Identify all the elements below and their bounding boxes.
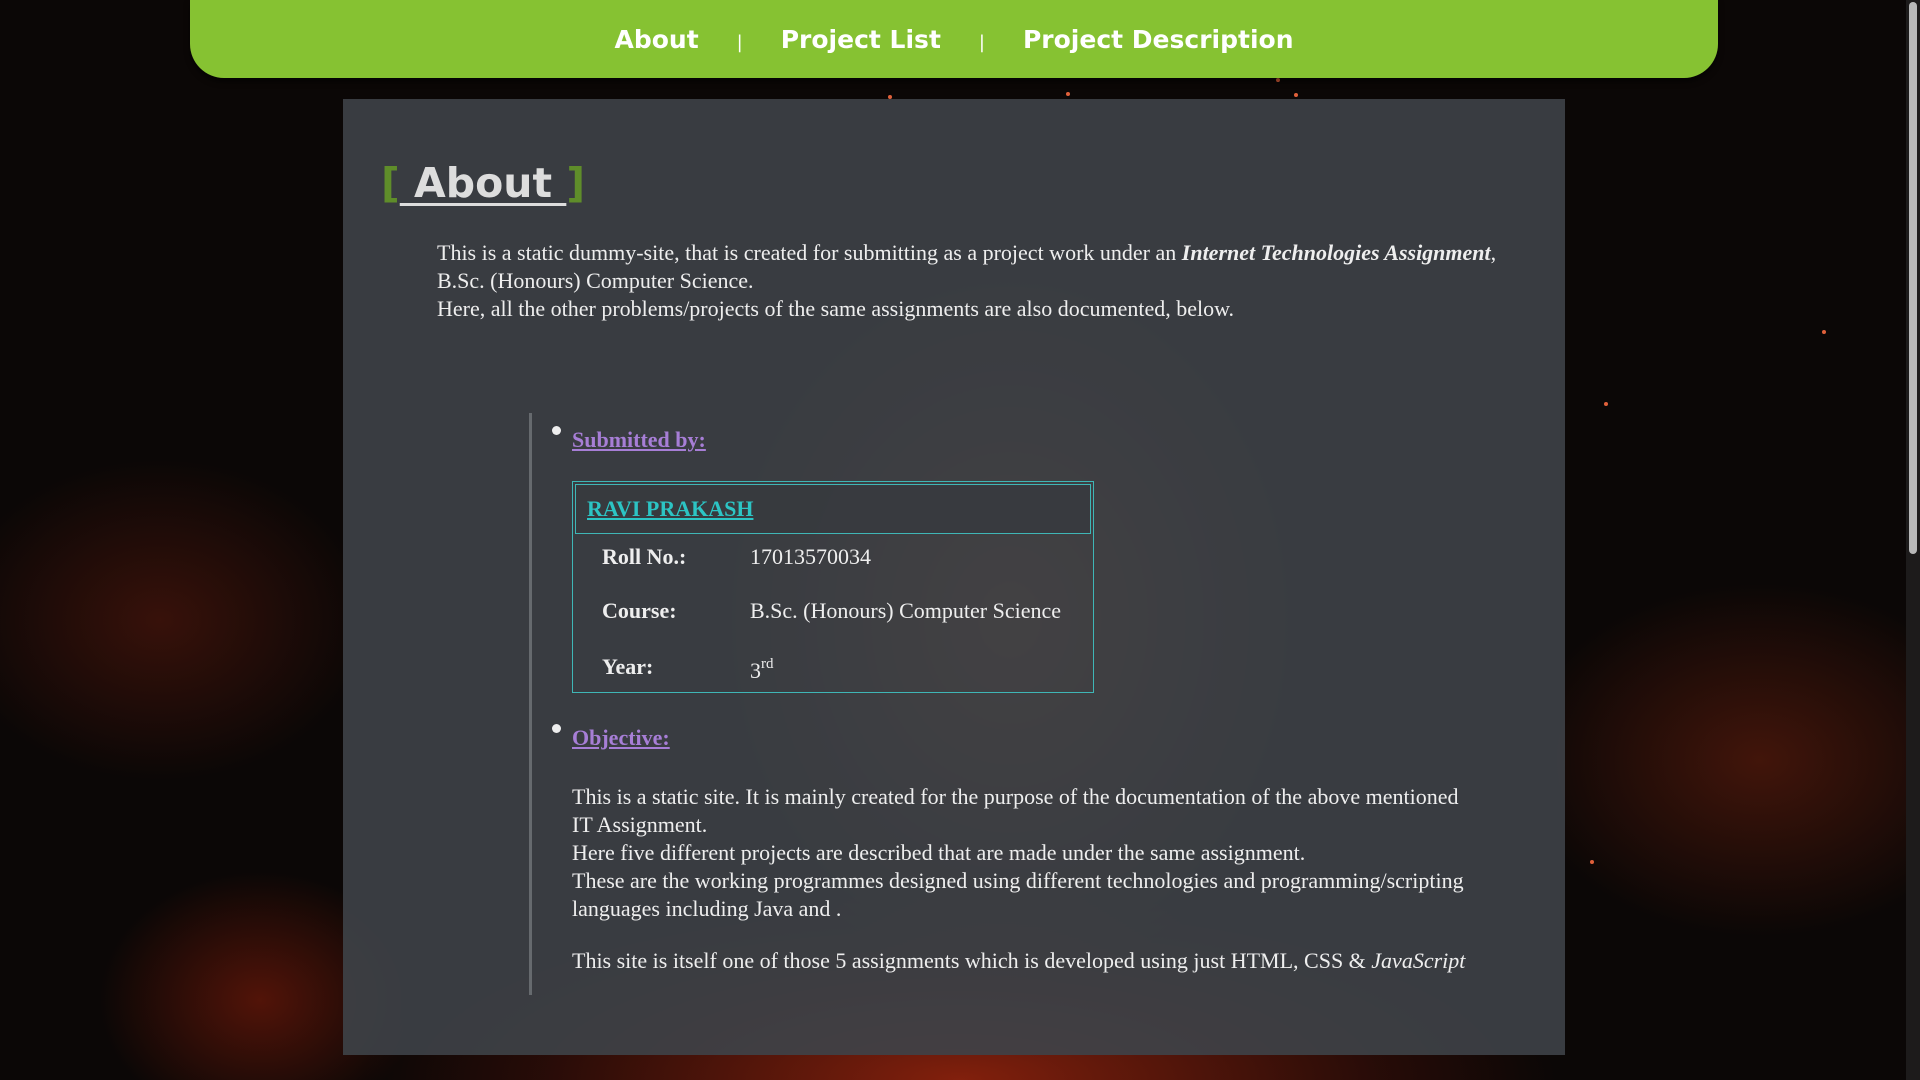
objective-text: This is a static site. It is mainly crea…: [572, 783, 1472, 975]
nav-link-project-list[interactable]: Project List: [743, 25, 979, 54]
intro-text-line2: Here, all the other problems/projects of…: [437, 296, 1235, 321]
intro-emphasis: Internet Technologies Assignment: [1181, 240, 1491, 265]
objective-line2: Here five different projects are describ…: [572, 840, 1306, 865]
roll-row: Roll No.: 17013570034: [575, 536, 1091, 578]
objective-line4: This site is itself one of those 5 assig…: [572, 947, 1472, 975]
course-row: Course: B.Sc. (Honours) Computer Science: [575, 578, 1091, 644]
nav-link-project-description[interactable]: Project Description: [985, 25, 1332, 54]
year-suffix: rd: [761, 655, 774, 672]
bullet-dot-icon: [552, 426, 561, 435]
year-value-wrap: 3rd: [750, 650, 1070, 685]
nav-link-about[interactable]: About: [576, 25, 736, 54]
student-name-link[interactable]: RAVI PRAKASH: [575, 484, 1091, 534]
objective-line4-emphasis: JavaScript: [1371, 948, 1466, 973]
roll-label: Roll No.:: [602, 544, 687, 569]
year-label: Year:: [602, 654, 654, 679]
title-text: About: [399, 159, 567, 207]
details-section: Submitted by: RAVI PRAKASH Roll No.: 170…: [529, 413, 1472, 995]
ember-spark: [1604, 402, 1608, 406]
roll-value: 17013570034: [750, 544, 871, 569]
ember-spark: [1066, 92, 1070, 96]
title-bracket-close: ]: [566, 159, 586, 207]
page-title: [ About ]: [381, 159, 585, 207]
objective-link[interactable]: Objective:: [572, 723, 670, 753]
ember-spark: [1590, 860, 1594, 864]
bullet-dot-icon: [552, 724, 561, 733]
objective-line3: These are the working programmes designe…: [572, 868, 1464, 921]
course-label: Course:: [602, 598, 677, 623]
top-navbar: About | Project List | Project Descripti…: [190, 0, 1718, 78]
page-scrollbar[interactable]: [1906, 0, 1920, 1080]
title-bracket-open: [: [381, 159, 400, 207]
list-item-objective: Objective: This is a static site. It is …: [532, 711, 1472, 975]
year-value: 3: [750, 657, 761, 683]
objective-line1: This is a static site. It is mainly crea…: [572, 784, 1459, 837]
intro-text-part1: This is a static dummy-site, that is cre…: [437, 240, 1182, 265]
objective-line4-text: This site is itself one of those 5 assig…: [572, 948, 1372, 973]
course-value: B.Sc. (Honours) Computer Science: [750, 598, 1061, 623]
about-panel: [ About ] This is a static dummy-site, t…: [343, 99, 1565, 1055]
year-row: Year: 3rd: [575, 644, 1091, 690]
ember-spark: [1276, 78, 1280, 82]
list-item-submitted: Submitted by: RAVI PRAKASH Roll No.: 170…: [532, 413, 1472, 693]
ember-spark: [1822, 330, 1826, 334]
intro-paragraph: This is a static dummy-site, that is cre…: [437, 239, 1517, 323]
scrollbar-thumb[interactable]: [1909, 2, 1917, 554]
submitted-by-link[interactable]: Submitted by:: [572, 425, 706, 455]
student-card: RAVI PRAKASH Roll No.: 17013570034 Cours…: [572, 481, 1094, 693]
details-list: Submitted by: RAVI PRAKASH Roll No.: 170…: [532, 413, 1472, 975]
ember-spark: [1294, 93, 1298, 97]
